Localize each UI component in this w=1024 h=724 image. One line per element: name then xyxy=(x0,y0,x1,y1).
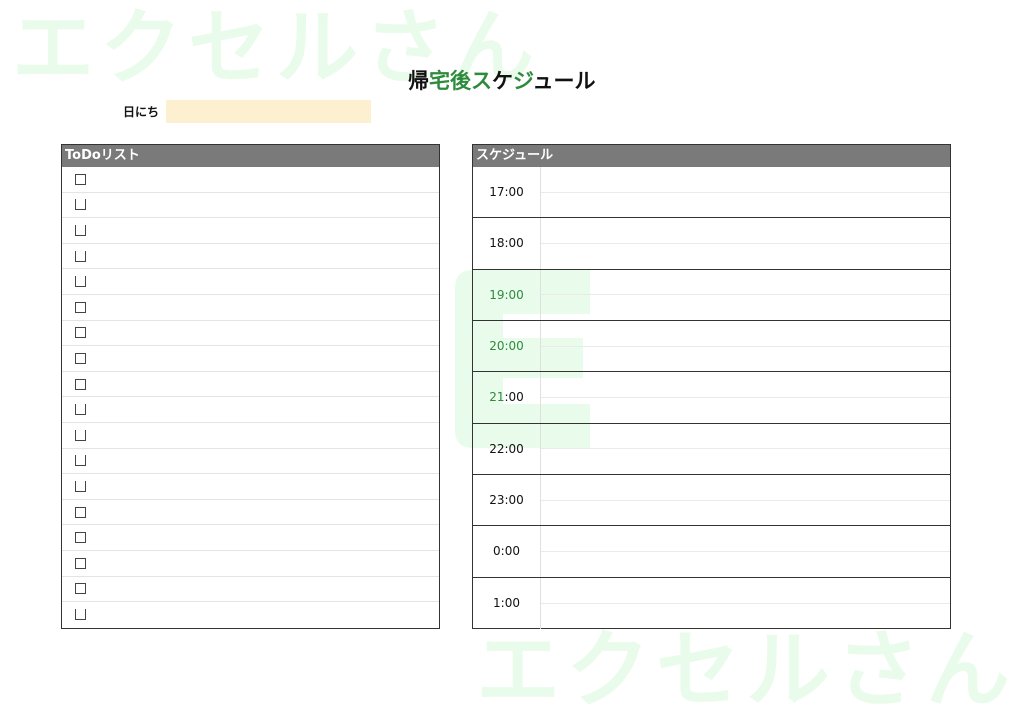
checkbox-icon[interactable] xyxy=(75,276,86,288)
todo-row[interactable] xyxy=(62,295,439,321)
schedule-entry-area[interactable] xyxy=(541,270,950,320)
todo-row[interactable] xyxy=(62,218,439,244)
time-label: 18:00 xyxy=(473,218,541,269)
time-label: 0:00 xyxy=(473,526,541,577)
todo-row[interactable] xyxy=(62,372,439,398)
title-part-1: 帰 xyxy=(408,69,429,93)
schedule-entry-first-half[interactable] xyxy=(541,424,950,450)
time-label: 23:00 xyxy=(473,474,541,526)
todo-row[interactable] xyxy=(62,193,439,219)
todo-row[interactable] xyxy=(62,449,439,475)
title-part-2: 宅後 xyxy=(429,69,471,93)
todo-row[interactable] xyxy=(62,346,439,372)
todo-row[interactable] xyxy=(62,269,439,295)
checkbox-icon[interactable] xyxy=(75,327,86,339)
todo-panel: ToDoリスト xyxy=(61,144,440,629)
schedule-entry-second-half[interactable] xyxy=(541,193,950,218)
title-part-6: ュール xyxy=(532,69,596,93)
date-input-cell[interactable] xyxy=(166,100,371,123)
time-label: 20:00 xyxy=(473,320,541,372)
todo-row[interactable] xyxy=(62,525,439,551)
checkbox-icon[interactable] xyxy=(75,583,86,595)
schedule-entry-first-half[interactable] xyxy=(541,270,950,296)
schedule-entry-second-half[interactable] xyxy=(541,501,950,526)
schedule-entry-area[interactable] xyxy=(541,321,950,371)
watermark-bottom: エクセルさん xyxy=(476,621,1017,719)
schedule-entry-first-half[interactable] xyxy=(541,372,950,398)
checkbox-icon[interactable] xyxy=(75,404,86,416)
schedule-entry-area[interactable] xyxy=(541,475,950,525)
schedule-entry-first-half[interactable] xyxy=(541,218,950,244)
schedule-heading: スケジュール xyxy=(473,145,950,167)
todo-row[interactable] xyxy=(62,500,439,526)
checkbox-icon[interactable] xyxy=(75,429,86,441)
checkbox-icon[interactable] xyxy=(75,301,86,313)
checkbox-icon[interactable] xyxy=(75,378,86,390)
page-title: 帰宅後スケジュール xyxy=(408,66,596,96)
schedule-entry-second-half[interactable] xyxy=(541,398,950,423)
schedule-entry-area[interactable] xyxy=(541,526,950,576)
checkbox-icon[interactable] xyxy=(75,609,86,621)
schedule-entry-area[interactable] xyxy=(541,578,950,629)
schedule-entry-area[interactable] xyxy=(541,167,950,217)
checkbox-icon[interactable] xyxy=(75,532,86,544)
time-label: 1:00 xyxy=(473,577,541,629)
todo-row[interactable] xyxy=(62,423,439,449)
title-part-5: ジ xyxy=(513,69,533,93)
schedule-list: 17:00 18:00 19:00 20:00 21:00 22:00 23:00 0:00 1… xyxy=(473,167,950,629)
checkbox-icon[interactable] xyxy=(75,352,86,364)
todo-row[interactable] xyxy=(62,244,439,270)
schedule-entry-second-half[interactable] xyxy=(541,552,950,577)
schedule-slot: 20:00 xyxy=(473,320,950,373)
schedule-slot: 23:00 xyxy=(473,474,950,527)
time-label: 21:00 xyxy=(473,372,541,423)
schedule-entry-area[interactable] xyxy=(541,372,950,422)
schedule-entry-second-half[interactable] xyxy=(541,604,950,629)
schedule-entry-first-half[interactable] xyxy=(541,475,950,501)
schedule-entry-first-half[interactable] xyxy=(541,578,950,604)
schedule-slot: 21:00 xyxy=(473,372,950,424)
time-label: 22:00 xyxy=(473,423,541,474)
schedule-slot: 0:00 xyxy=(473,526,950,578)
schedule-entry-second-half[interactable] xyxy=(541,244,950,269)
todo-row[interactable] xyxy=(62,167,439,193)
todo-heading: ToDoリスト xyxy=(62,145,439,167)
schedule-panel: スケジュール 17:00 18:00 19:00 20:00 21:00 22:00 23:… xyxy=(472,144,951,629)
schedule-entry-second-half[interactable] xyxy=(541,347,950,372)
schedule-entry-area[interactable] xyxy=(541,424,950,474)
todo-row[interactable] xyxy=(62,602,439,628)
schedule-slot: 17:00 xyxy=(473,167,950,219)
checkbox-icon[interactable] xyxy=(75,506,86,518)
time-label: 19:00 xyxy=(473,269,541,320)
schedule-slot: 18:00 xyxy=(473,218,950,270)
checkbox-icon[interactable] xyxy=(75,480,86,492)
checkbox-icon[interactable] xyxy=(75,224,86,236)
schedule-entry-second-half[interactable] xyxy=(541,295,950,320)
schedule-entry-second-half[interactable] xyxy=(541,449,950,474)
title-part-3: ス xyxy=(471,69,492,93)
checkbox-icon[interactable] xyxy=(75,557,86,569)
title-part-4: ケ xyxy=(492,69,513,93)
schedule-entry-first-half[interactable] xyxy=(541,167,950,193)
checkbox-icon[interactable] xyxy=(75,250,86,262)
schedule-entry-area[interactable] xyxy=(541,218,950,268)
checkbox-icon[interactable] xyxy=(75,173,86,185)
time-label: 17:00 xyxy=(473,167,541,218)
schedule-slot: 22:00 xyxy=(473,423,950,475)
schedule-entry-first-half[interactable] xyxy=(541,321,950,347)
date-label: 日にち xyxy=(123,105,160,119)
todo-row[interactable] xyxy=(62,397,439,423)
schedule-entry-first-half[interactable] xyxy=(541,526,950,552)
checkbox-icon[interactable] xyxy=(75,455,86,467)
schedule-slot: 1:00 xyxy=(473,577,950,629)
todo-row[interactable] xyxy=(62,551,439,577)
checkbox-icon[interactable] xyxy=(75,199,86,211)
todo-row[interactable] xyxy=(62,474,439,500)
todo-list xyxy=(62,167,439,628)
schedule-slot: 19:00 xyxy=(473,269,950,321)
todo-row[interactable] xyxy=(62,321,439,347)
todo-row[interactable] xyxy=(62,577,439,603)
